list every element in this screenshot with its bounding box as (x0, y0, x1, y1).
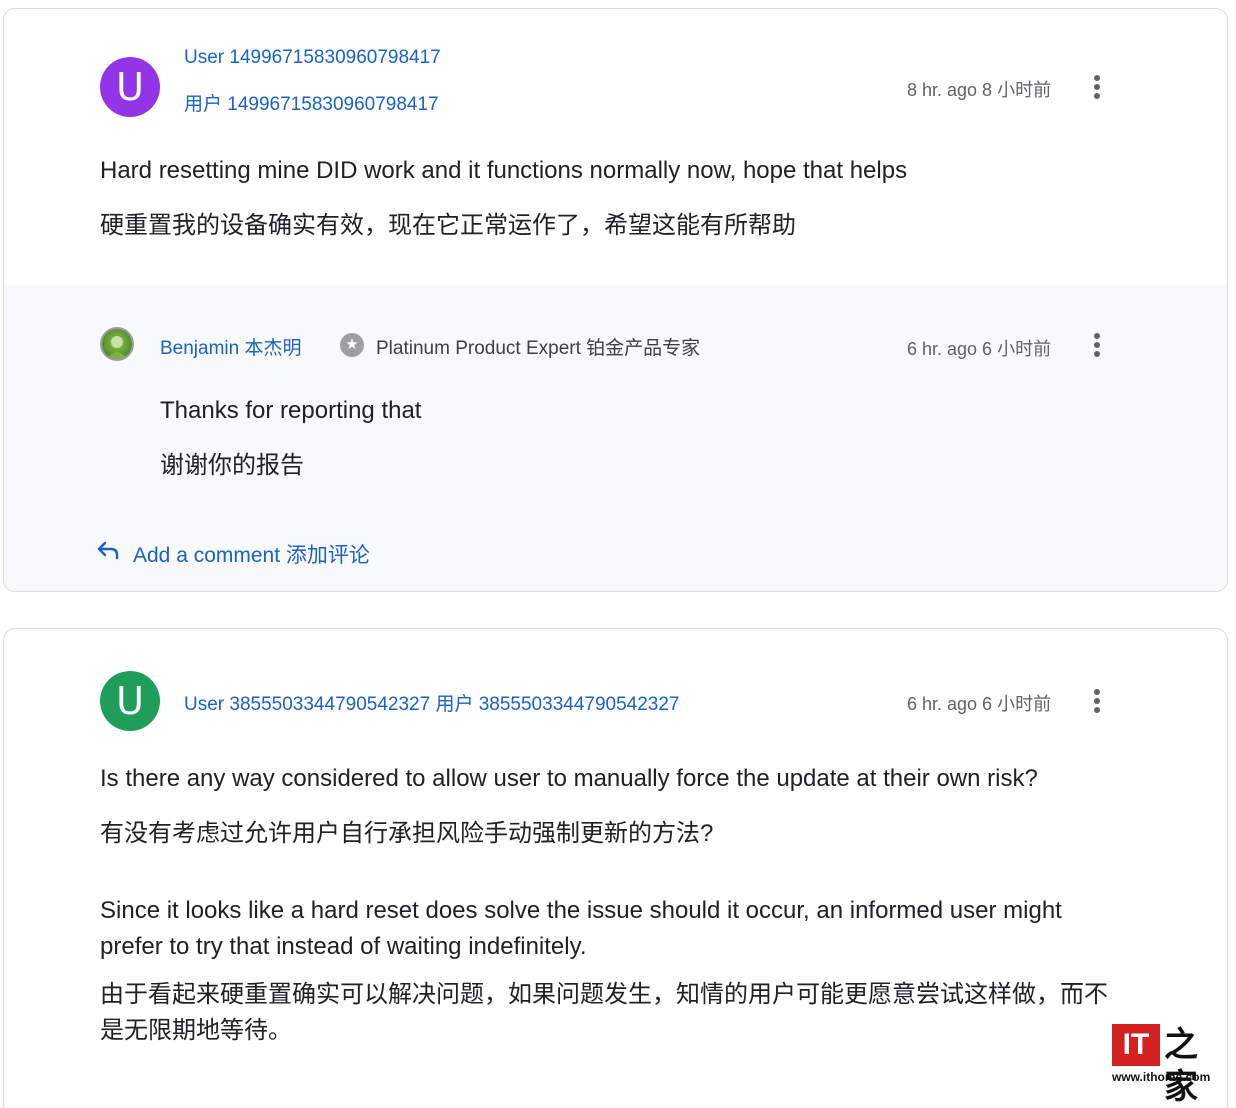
expert-avatar[interactable] (100, 327, 134, 361)
expert-badge-label: Platinum Product Expert 铂金产品专家 (376, 338, 701, 359)
ithome-url: www.ithome.com (1112, 1070, 1211, 1084)
post-timestamp: 6 hr. ago 6 小时前 (907, 694, 1052, 714)
ithome-logo-glyph: 之家 (1164, 1026, 1198, 1106)
reply-body-zh: 谢谢你的报告 (160, 452, 304, 479)
post-card-1: U User 14996715830960798417 用户 149967158… (3, 8, 1228, 592)
user-avatar[interactable]: U (100, 671, 160, 731)
post-timestamp: 8 hr. ago 8 小时前 (907, 80, 1052, 100)
expert-name[interactable]: Benjamin 本杰明 (160, 333, 302, 360)
post-card-2: U User 3855503344790542327 用户 3855503344… (3, 628, 1228, 1108)
post-body-zh-2: 由于看起来硬重置确实可以解决问题，如果问题发生，知情的用户可能更愿意尝试这样做，… (100, 981, 1108, 1044)
username-zh[interactable]: 用户 14996715830960798417 (184, 89, 439, 116)
reply-timestamp: 6 hr. ago 6 小时前 (907, 339, 1052, 359)
reply-arrow-icon[interactable] (96, 539, 120, 561)
more-vert-icon[interactable] (1092, 75, 1102, 103)
reply-section: Benjamin 本杰明 ★ Platinum Product Expert 铂… (4, 285, 1227, 591)
post-body-en-2: Since it looks like a hard reset does so… (100, 897, 1062, 960)
post-body-zh: 硬重置我的设备确实有效，现在它正常运作了，希望这能有所帮助 (100, 212, 796, 239)
post-body-en-1: Is there any way considered to allow use… (100, 765, 1038, 792)
username-en[interactable]: User 14996715830960798417 (184, 47, 441, 69)
ithome-logo: IT (1112, 1024, 1160, 1066)
post-body-zh-1: 有没有考虑过允许用户自行承担风险手动强制更新的方法? (100, 820, 714, 847)
username[interactable]: User 3855503344790542327 用户 385550334479… (184, 689, 680, 716)
more-vert-icon[interactable] (1092, 333, 1102, 361)
more-vert-icon[interactable] (1092, 689, 1102, 717)
add-comment-link[interactable]: Add a comment 添加评论 (133, 539, 370, 569)
post-body-en: Hard resetting mine DID work and it func… (100, 157, 908, 184)
user-avatar[interactable]: U (100, 57, 160, 117)
reply-body-en: Thanks for reporting that (160, 397, 422, 424)
expert-star-icon: ★ (340, 333, 364, 357)
expert-avatar-image (107, 336, 127, 359)
ithome-watermark: IT 之家 www.ithome.com (1112, 1024, 1216, 1106)
